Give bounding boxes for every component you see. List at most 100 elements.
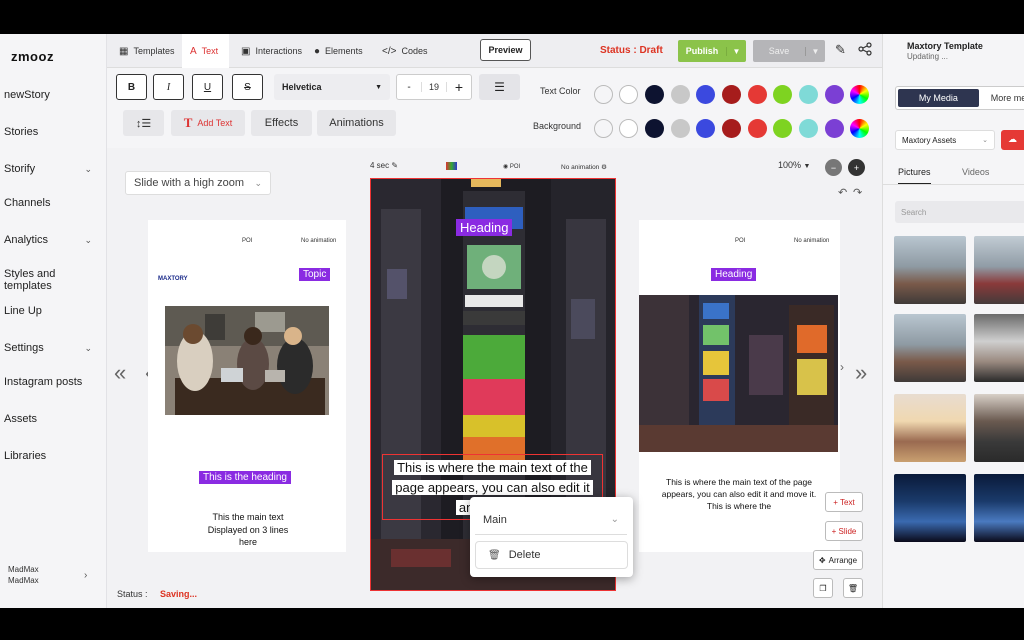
increase-size-button[interactable]: + [447, 79, 471, 95]
slide-card-next[interactable]: POI No animation Heading This is where t… [639, 220, 840, 552]
chevron-down-icon[interactable]: ▼ [726, 46, 746, 56]
text-color-swatch[interactable] [619, 85, 638, 104]
tab-templates[interactable]: ▦ Templates [111, 34, 182, 68]
text-color-swatch[interactable] [594, 85, 613, 104]
background-color-swatch[interactable] [825, 119, 844, 138]
text-color-swatch[interactable] [748, 85, 767, 104]
background-color-swatch[interactable] [594, 119, 613, 138]
background-color-swatch[interactable] [773, 119, 792, 138]
share-icon[interactable] [858, 42, 872, 59]
trash-icon[interactable]: 🗑 [843, 578, 863, 598]
preview-button[interactable]: Preview [480, 39, 531, 61]
upload-button[interactable]: ☁ [1001, 130, 1024, 150]
sidebar-item-newstory[interactable]: newStory [4, 89, 104, 101]
more-media-tab[interactable]: More media [981, 87, 1024, 109]
sidebar-item-instagram-posts[interactable]: Instagram posts [4, 376, 104, 388]
sidebar-item-libraries[interactable]: Libraries [4, 450, 104, 462]
media-thumbnail[interactable] [894, 236, 966, 304]
custom-color-picker-icon[interactable] [850, 119, 869, 138]
background-color-swatch[interactable] [645, 119, 664, 138]
text-color-swatch[interactable] [645, 85, 664, 104]
no-animation-label[interactable]: No animation ⚙ [561, 163, 607, 171]
save-button[interactable]: Save ▼ [753, 40, 825, 62]
redo-icon[interactable]: ↷ [853, 186, 862, 199]
main-text[interactable]: This is where the main text of the page … [659, 476, 819, 512]
slide-card-prev[interactable]: POI No animation MAXTORY Topic This is t… [148, 220, 346, 552]
topic-pill[interactable]: Topic [299, 268, 331, 281]
media-thumbnail[interactable] [974, 314, 1024, 382]
background-color-swatch[interactable] [696, 119, 715, 138]
sidebar-item-line-up[interactable]: Line Up [4, 305, 104, 317]
zoom-in-icon[interactable]: + [848, 159, 865, 176]
background-color-swatch[interactable] [799, 119, 818, 138]
main-text[interactable]: This the main text Displayed on 3 lines … [203, 511, 293, 549]
assets-select[interactable]: Maxtory Assets ⌄ [895, 130, 995, 150]
media-thumbnail[interactable] [894, 474, 966, 542]
edit-icon[interactable]: ✎ [835, 42, 846, 58]
sidebar-item-styles-and-templates[interactable]: Styles and templates [4, 268, 104, 292]
text-color-swatch[interactable] [799, 85, 818, 104]
line-height-button[interactable]: ↕☰ [123, 110, 164, 136]
strikethrough-button[interactable]: S [232, 74, 263, 100]
chevron-down-icon[interactable]: ▼ [805, 46, 825, 56]
delete-button[interactable]: 🗑 Delete [475, 541, 628, 569]
heading-pill[interactable]: Heading [711, 268, 757, 281]
text-color-swatch[interactable] [696, 85, 715, 104]
sidebar-item-channels[interactable]: Channels [4, 197, 104, 209]
text-color-swatch[interactable] [773, 85, 792, 104]
animations-button[interactable]: Animations [317, 110, 396, 136]
tab-pictures[interactable]: Pictures [898, 167, 931, 185]
heading-pill[interactable]: Heading [456, 219, 513, 236]
decrease-size-button[interactable]: - [397, 82, 421, 93]
sidebar-item-analytics[interactable]: Analytics ⌄ [4, 234, 104, 246]
add-text-slide-button[interactable]: + Text [825, 492, 863, 512]
background-color-swatch[interactable] [722, 119, 741, 138]
media-thumbnail[interactable] [894, 394, 966, 462]
chevron-right-icon[interactable]: › [840, 360, 844, 374]
font-select[interactable]: Helvetica ▼ [274, 74, 390, 100]
media-thumbnail[interactable] [894, 314, 966, 382]
text-color-swatch[interactable] [722, 85, 741, 104]
text-style-select[interactable]: Main ⌄ [475, 505, 627, 535]
text-color-swatch[interactable] [825, 85, 844, 104]
tab-codes[interactable]: </> Codes [374, 34, 435, 68]
background-color-swatch[interactable] [671, 119, 690, 138]
align-left-icon[interactable]: ☰ [479, 74, 520, 100]
tab-elements[interactable]: ● Elements [306, 34, 371, 68]
arrange-button[interactable]: ✥ Arrange [813, 550, 863, 570]
transition-select[interactable]: Slide with a high zoom ⌄ [125, 171, 271, 195]
background-color-swatch[interactable] [619, 119, 638, 138]
zoom-out-icon[interactable]: − [825, 159, 842, 176]
media-thumbnail[interactable] [974, 394, 1024, 462]
duplicate-icon[interactable]: ❐ [813, 578, 833, 598]
tab-videos[interactable]: Videos [962, 167, 989, 177]
effects-button[interactable]: Effects [251, 110, 312, 136]
media-search-input[interactable]: Search [895, 201, 1024, 223]
publish-button[interactable]: Publish ▼ [678, 40, 746, 62]
duration-label[interactable]: 4 sec ✎ [370, 161, 398, 170]
tab-interactions[interactable]: ▣ Interactions [233, 34, 310, 68]
undo-icon[interactable]: ↶ [838, 186, 847, 199]
double-chevron-right-icon[interactable]: » [855, 360, 867, 386]
custom-color-picker-icon[interactable] [850, 85, 869, 104]
tab-text[interactable]: A Text [182, 34, 229, 68]
add-text-button[interactable]: T Add Text [171, 110, 245, 136]
add-slide-button[interactable]: + Slide [825, 521, 863, 541]
color-picker-icon[interactable] [446, 162, 457, 170]
chevron-right-icon[interactable]: › [84, 570, 87, 581]
app-logo[interactable]: zmooz [11, 49, 54, 64]
background-color-swatch[interactable] [748, 119, 767, 138]
user-info[interactable]: MadMax MadMax [8, 564, 39, 586]
text-color-swatch[interactable] [671, 85, 690, 104]
heading-pill[interactable]: This is the heading [199, 471, 291, 484]
sidebar-item-settings[interactable]: Settings ⌄ [4, 342, 104, 354]
font-size-value[interactable]: 19 [421, 82, 447, 92]
zoom-select[interactable]: 100% ▼ [778, 160, 810, 170]
bold-button[interactable]: B [116, 74, 147, 100]
italic-button[interactable]: I [153, 74, 184, 100]
sidebar-item-storify[interactable]: Storify ⌄ [4, 163, 104, 175]
media-thumbnail[interactable] [974, 236, 1024, 304]
media-thumbnail[interactable] [974, 474, 1024, 542]
double-chevron-left-icon[interactable]: « [114, 360, 126, 386]
sidebar-item-assets[interactable]: Assets [4, 413, 104, 425]
